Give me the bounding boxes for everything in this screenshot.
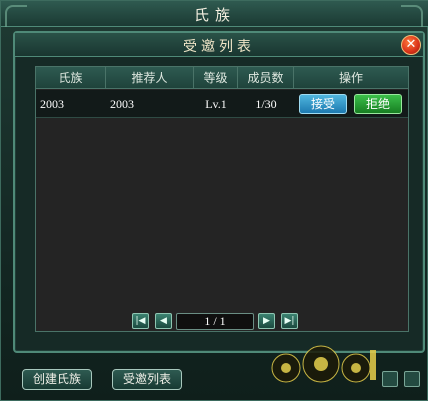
column-header-members: 成员数 bbox=[238, 67, 294, 89]
column-header-clan: 氏族 bbox=[36, 67, 106, 89]
invite-list-dialog: 受邀列表 ✕ 氏族 推荐人 等级 成员数 操作 2003 2003 Lv.1 1… bbox=[13, 31, 425, 353]
frame-ornament-top-left bbox=[5, 5, 27, 27]
dialog-titlebar: 受邀列表 bbox=[15, 33, 423, 57]
invite-list-button[interactable]: 受邀列表 bbox=[112, 369, 182, 390]
cell-referrer: 2003 bbox=[110, 97, 134, 111]
invite-table: 氏族 推荐人 等级 成员数 操作 2003 2003 Lv.1 1/30 接受 … bbox=[35, 66, 409, 332]
table-row: 2003 2003 Lv.1 1/30 接受 拒绝 bbox=[36, 90, 408, 118]
cell-clan: 2003 bbox=[40, 97, 64, 111]
column-header-referrer: 推荐人 bbox=[106, 67, 194, 89]
close-icon[interactable]: ✕ bbox=[401, 35, 421, 55]
column-header-level: 等级 bbox=[194, 67, 238, 89]
reject-button[interactable]: 拒绝 bbox=[354, 94, 402, 114]
cell-members: 1/30 bbox=[255, 97, 277, 111]
dialog-title: 受邀列表 bbox=[183, 39, 255, 55]
clan-window-title: 氏族 bbox=[193, 6, 236, 24]
last-page-button[interactable]: ▶| bbox=[281, 313, 298, 329]
column-header-actions: 操作 bbox=[338, 71, 363, 85]
frame-ornament-top-right bbox=[401, 5, 423, 27]
next-page-button[interactable]: ▶ bbox=[258, 313, 275, 329]
table-header: 氏族 推荐人 等级 成员数 操作 bbox=[36, 67, 408, 89]
first-page-button[interactable]: |◀ bbox=[132, 313, 149, 329]
scroll-right-icon[interactable] bbox=[404, 371, 420, 387]
prev-page-button[interactable]: ◀ bbox=[155, 313, 172, 329]
cell-level: Lv.1 bbox=[205, 97, 227, 111]
watermark-logo bbox=[271, 345, 376, 383]
clan-window-titlebar: 氏族 bbox=[1, 1, 428, 27]
create-clan-button[interactable]: 创建氏族 bbox=[22, 369, 92, 390]
accept-button[interactable]: 接受 bbox=[299, 94, 347, 114]
page-indicator: 1 / 1 bbox=[176, 313, 254, 330]
